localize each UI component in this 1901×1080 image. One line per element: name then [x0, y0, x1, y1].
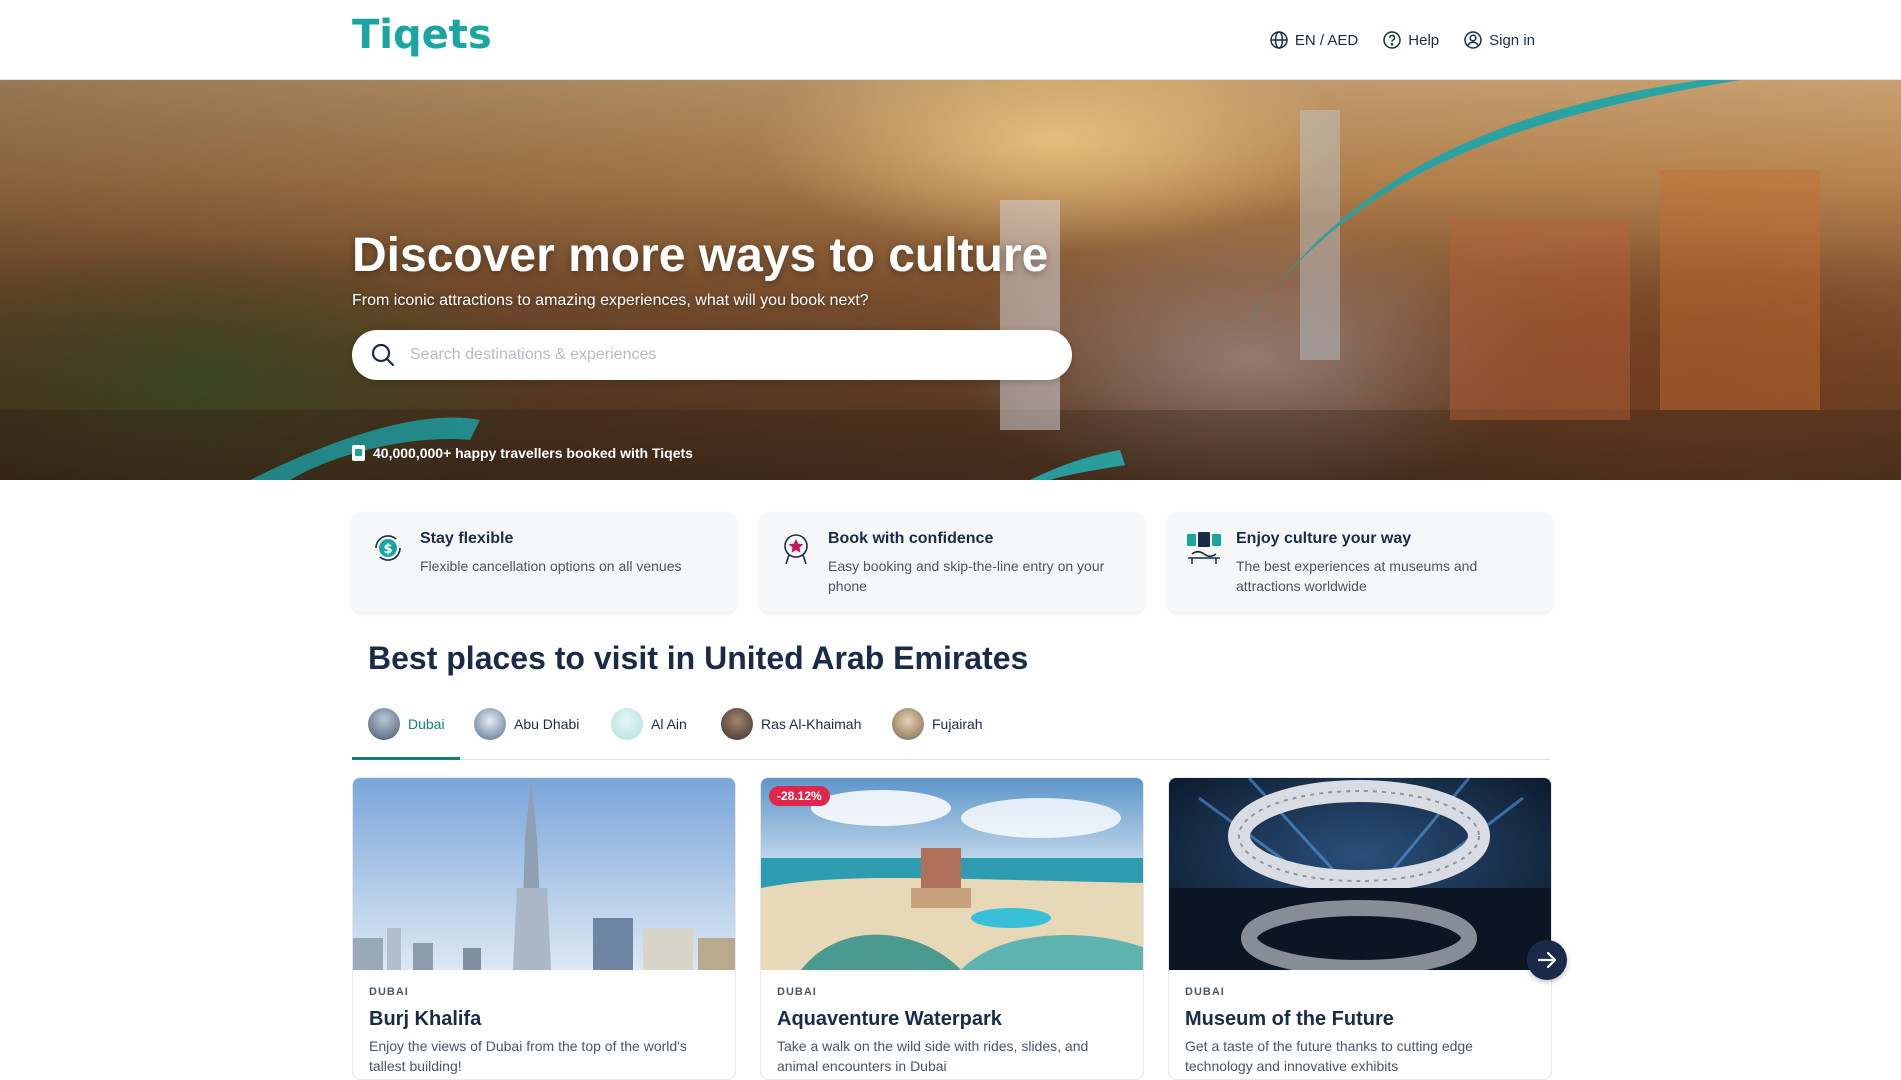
hero-banner: Discover more ways to culture From iconi…	[0, 80, 1901, 480]
question-circle-icon	[1383, 31, 1402, 49]
search-icon	[371, 343, 395, 367]
globe-icon	[1270, 31, 1288, 49]
usp-text: The best experiences at museums and attr…	[1236, 558, 1478, 594]
hero-title: Discover more ways to culture	[352, 229, 1049, 282]
discount-badge: -28.12%	[769, 786, 830, 806]
svg-text:$: $	[383, 542, 392, 557]
hero-subtitle: From iconic attractions to amazing exper…	[352, 292, 869, 309]
usp-text: Easy booking and skip-the-line entry on …	[828, 558, 1105, 594]
card-title: Burj Khalifa	[369, 1008, 482, 1030]
tab-label: Fujairah	[932, 716, 983, 732]
section-title: Best places to visit in United Arab Emir…	[368, 640, 1029, 676]
card-title: Museum of the Future	[1185, 1008, 1394, 1030]
tab-ras-al-khaimah[interactable]: Ras Al-Khaimah	[721, 708, 861, 740]
card-title: Aquaventure Waterpark	[777, 1008, 1002, 1030]
card-location: DUBAI	[369, 986, 409, 998]
search-input[interactable]	[410, 346, 1050, 364]
card-description: Get a taste of the future thanks to cutt…	[1185, 1038, 1473, 1074]
tab-label: Al Ain	[651, 716, 687, 732]
product-card-burj-khalifa[interactable]: DUBAI Burj Khalifa Enjoy the views of Du…	[352, 777, 736, 1080]
arrow-right-icon	[1537, 951, 1557, 969]
museum-of-the-future-image	[1169, 778, 1551, 970]
dubai-thumbnail	[368, 708, 400, 740]
usp-card-enjoy-culture: Enjoy culture your way The best experien…	[1168, 512, 1552, 612]
tiqets-logo[interactable]: Tiqets	[352, 12, 492, 58]
tab-label: Abu Dhabi	[514, 716, 580, 732]
language-currency-selector[interactable]: EN / AED	[1269, 30, 1358, 50]
happy-travellers-badge: 40,000,000+ happy travellers booked with…	[352, 445, 693, 461]
star-award-icon	[784, 534, 808, 565]
usp-title: Enjoy culture your way	[1236, 530, 1412, 547]
tab-al-ain[interactable]: Al Ain	[611, 708, 687, 740]
happy-travellers-text: 40,000,000+ happy travellers booked with…	[373, 445, 693, 461]
help-label: Help	[1408, 31, 1440, 49]
tab-abu-dhabi[interactable]: Abu Dhabi	[474, 708, 579, 740]
tiqets-badge-icon	[352, 445, 365, 461]
card-description: Take a walk on the wild side with rides,…	[777, 1038, 1089, 1074]
tab-dubai[interactable]: Dubai	[368, 708, 445, 740]
active-tab-indicator	[352, 757, 460, 760]
usp-card-book-with-confidence: Book with confidence Easy booking and sk…	[760, 512, 1144, 612]
usp-title: Stay flexible	[420, 530, 514, 547]
cancellation-money-icon: $	[375, 535, 401, 561]
burj-khalifa-image	[353, 778, 735, 970]
product-card-museum-of-the-future[interactable]: DUBAI Museum of the Future Get a taste o…	[1168, 777, 1552, 1080]
fujairah-thumbnail	[892, 708, 924, 740]
help-link[interactable]: Help	[1382, 30, 1439, 50]
product-card-aquaventure[interactable]: -28.12% DUBAI Aquaventure Waterpark Take…	[760, 777, 1144, 1080]
tab-fujairah[interactable]: Fujairah	[892, 708, 983, 740]
abu-dhabi-thumbnail	[474, 708, 506, 740]
usp-title: Book with confidence	[828, 530, 994, 547]
user-circle-icon	[1464, 31, 1482, 49]
destination-tabs: Dubai Abu Dhabi Al Ain Ras Al-Khaimah Fu…	[352, 702, 1550, 760]
usp-card-stay-flexible: $ Stay flexible Flexible cancellation op…	[352, 512, 736, 612]
museum-gallery-icon	[1187, 532, 1221, 564]
sign-in-label: Sign in	[1489, 31, 1535, 49]
card-location: DUBAI	[1185, 986, 1225, 998]
tab-label: Ras Al-Khaimah	[761, 716, 862, 732]
card-description: Enjoy the views of Dubai from the top of…	[369, 1038, 687, 1074]
usp-text: Flexible cancellation options on all ven…	[420, 558, 682, 574]
header-nav: EN / AED Help Sign in	[1269, 0, 1535, 80]
carousel-next-button[interactable]	[1527, 940, 1567, 980]
card-location: DUBAI	[777, 986, 817, 998]
site-header: Tiqets EN / AED Help Sign in	[0, 0, 1901, 80]
aquaventure-image	[761, 778, 1143, 970]
sign-in-link[interactable]: Sign in	[1463, 30, 1535, 50]
search-bar[interactable]	[352, 330, 1072, 380]
al-ain-thumbnail	[611, 708, 643, 740]
tab-label: Dubai	[408, 716, 445, 732]
ras-al-khaimah-thumbnail	[721, 708, 753, 740]
language-currency-label: EN / AED	[1294, 31, 1359, 49]
